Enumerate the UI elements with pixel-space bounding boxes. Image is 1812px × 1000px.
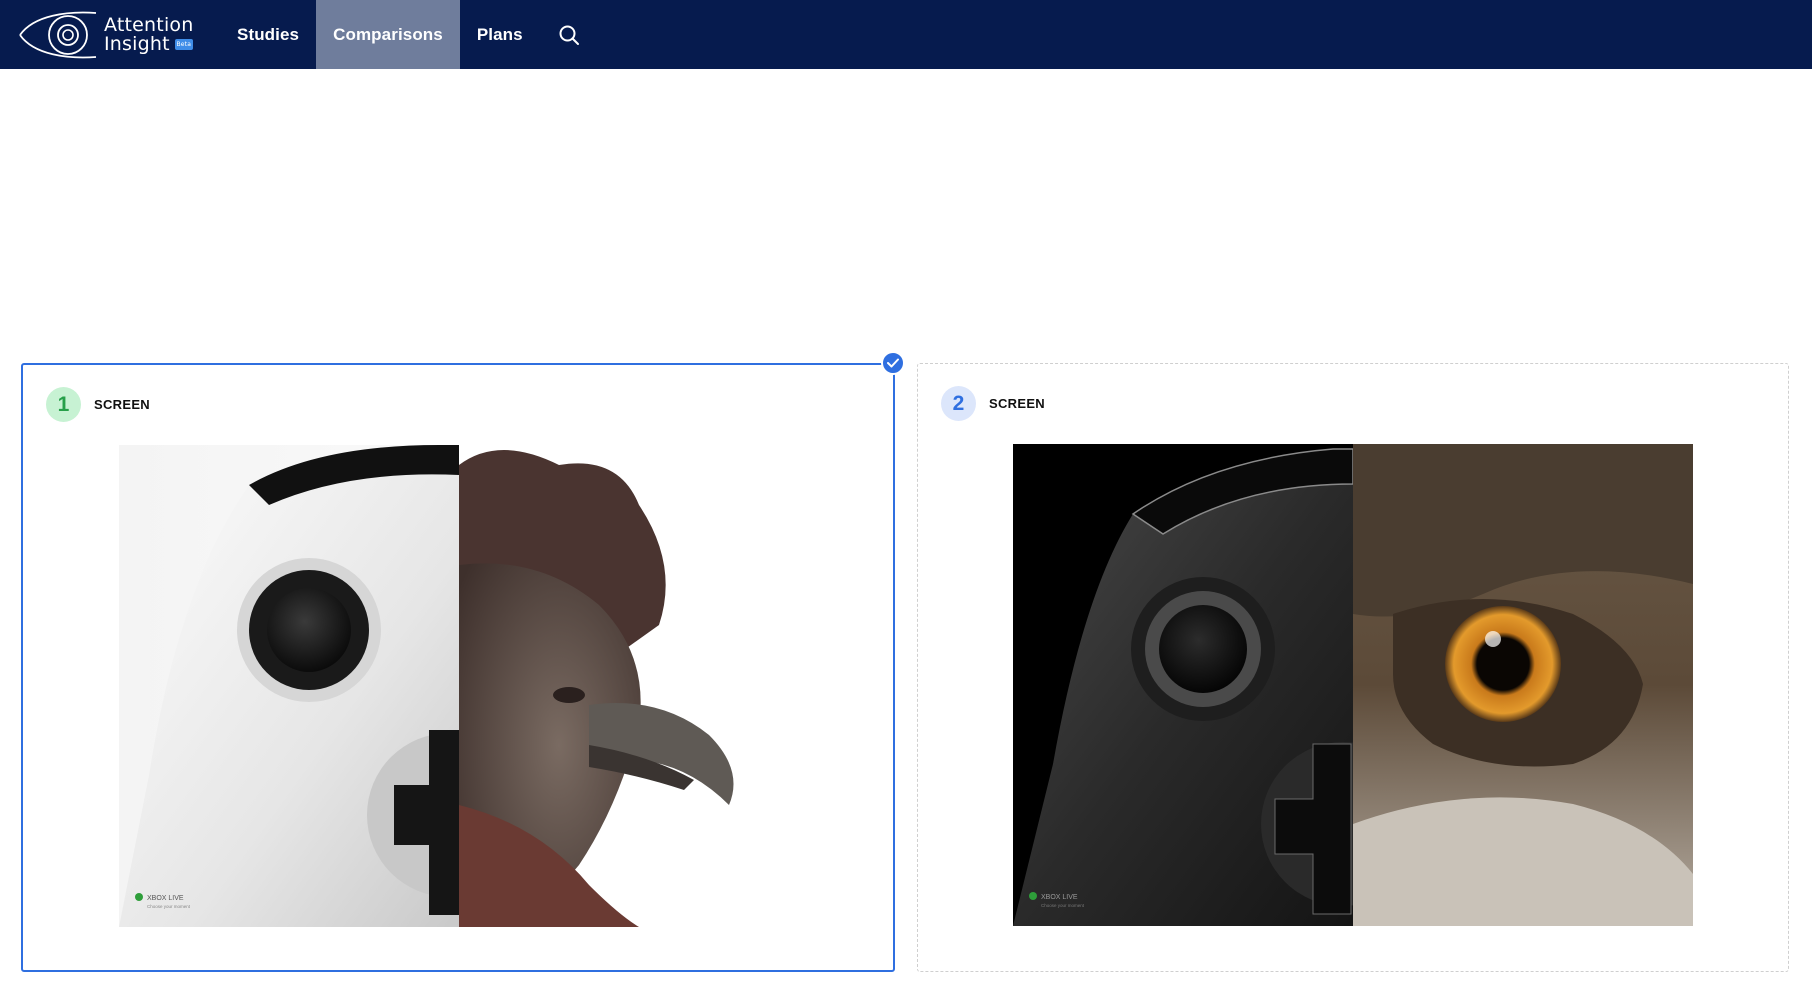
xbox-live-tagline: Choose your moment xyxy=(1041,903,1085,908)
xbox-live-tagline: Choose your moment xyxy=(147,904,191,909)
beta-badge: Beta xyxy=(174,38,193,50)
comparison-card-2[interactable]: 2 SCREEN XBOX LIVE Choose your moment xyxy=(917,363,1789,972)
logo-wordmark: Attention Insight Beta xyxy=(104,13,194,55)
card-label: SCREEN xyxy=(94,397,150,412)
card-header: 2 SCREEN xyxy=(941,386,1045,421)
card-label: SCREEN xyxy=(989,396,1045,411)
screen-image-art: XBOX LIVE Choose your moment xyxy=(1013,444,1693,926)
eye-logo-icon xyxy=(19,11,97,58)
card-number-badge: 2 xyxy=(941,386,976,421)
screen-image-rooster-controller[interactable]: XBOX LIVE Choose your moment xyxy=(119,445,799,927)
logo-line-1: Attention xyxy=(104,13,194,36)
nav-plans[interactable]: Plans xyxy=(460,0,540,69)
nav-comparisons[interactable]: Comparisons xyxy=(316,0,460,69)
selected-check-icon xyxy=(881,351,905,375)
logo-line-2: Insight xyxy=(104,32,170,55)
screen-image-art: XBOX LIVE Choose your moment xyxy=(119,445,799,927)
xbox-live-brand: XBOX LIVE xyxy=(1041,894,1078,901)
search-icon xyxy=(559,25,579,45)
attention-insight-logo[interactable]: Attention Insight Beta xyxy=(0,0,220,69)
screen-image-owl-controller[interactable]: XBOX LIVE Choose your moment xyxy=(1013,444,1693,926)
nav-studies[interactable]: Studies xyxy=(220,0,316,69)
card-header: 1 SCREEN xyxy=(46,387,150,422)
xbox-live-brand: XBOX LIVE xyxy=(147,895,184,902)
card-number-badge: 1 xyxy=(46,387,81,422)
top-navbar: Attention Insight Beta Studies Comparison… xyxy=(0,0,1812,69)
comparison-card-1[interactable]: 1 SCREEN XBOX LIVE Choose your moment xyxy=(21,363,895,972)
nav-search-button[interactable] xyxy=(540,0,598,69)
